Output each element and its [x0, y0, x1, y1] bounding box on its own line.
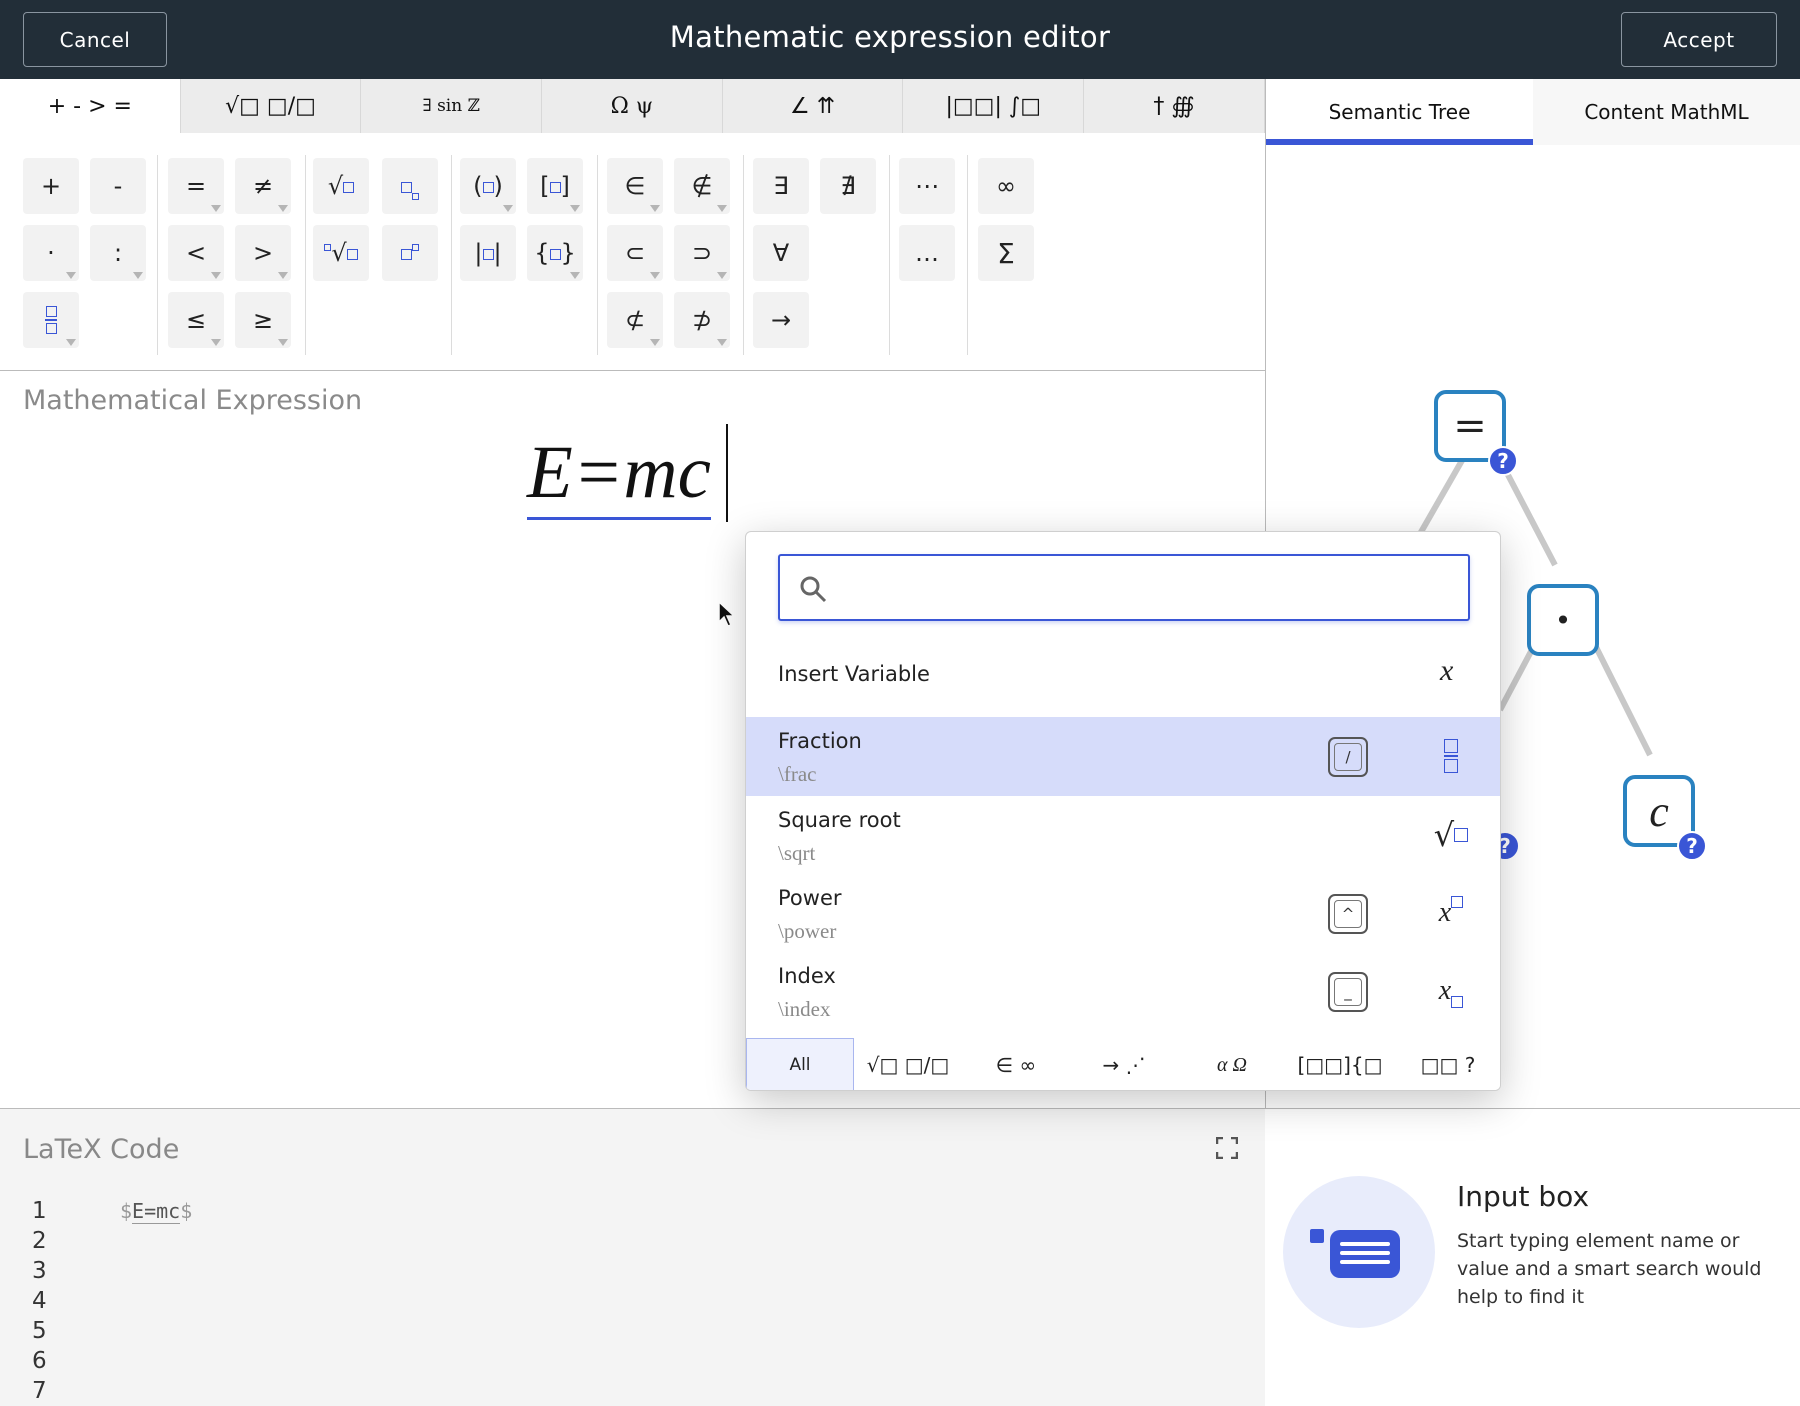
list-item-power[interactable]: Power \power ^ x [746, 874, 1500, 952]
not-subset-button[interactable]: ⊄ [607, 292, 663, 348]
element-of-button[interactable]: ∈ [607, 158, 663, 214]
sqrt-icon: √ [328, 172, 355, 200]
parentheses-button[interactable]: () [460, 158, 516, 214]
less-than-button[interactable]: < [168, 225, 224, 281]
infinity-button[interactable]: ∞ [978, 158, 1034, 214]
page-title: Mathematic expression editor [669, 20, 1111, 54]
exists-button[interactable]: ∃ [753, 158, 809, 214]
low-dots-button[interactable]: … [899, 225, 955, 281]
text-caret [726, 424, 728, 522]
tab-geometry-arrows[interactable]: ∠ ⇈ [722, 79, 904, 133]
sqrt-icon: √ [1426, 810, 1476, 860]
not-superset-button[interactable]: ⊅ [674, 292, 730, 348]
tree-node-multiply[interactable]: • [1527, 584, 1599, 656]
right-panel-tabs: Semantic Tree Content MathML [1266, 79, 1800, 145]
insert-variable-item[interactable]: Insert Variable x [746, 642, 1500, 706]
nth-root-icon: √ [324, 239, 358, 267]
tab-logic-functions[interactable]: ∃ sin ℤ [361, 79, 543, 133]
keyboard-shortcut-icon: _ [1328, 972, 1368, 1012]
parentheses-icon: () [473, 172, 503, 200]
tab-semantic-tree[interactable]: Semantic Tree [1266, 79, 1533, 145]
absolute-button[interactable]: | | [460, 225, 516, 281]
subscript-icon [401, 172, 419, 200]
equals-button[interactable]: = [168, 158, 224, 214]
tab-arrows[interactable]: → ⋰ [1070, 1038, 1178, 1090]
symbol-palette: + - · : = ≠ < > ≤ ≥ √ √ () [] | | {} ∈ ∉ … [0, 133, 1265, 371]
sqrt-button[interactable]: √ [313, 158, 369, 214]
line-numbers: 1 2 3 4 5 6 7 [32, 1198, 47, 1404]
list-item-index[interactable]: Index \index _ x [746, 952, 1500, 1030]
mouse-cursor-icon [718, 600, 736, 627]
superscript-icon [401, 239, 419, 267]
tab-matrices[interactable]: [□□]{□ [1286, 1038, 1394, 1090]
not-element-of-button[interactable]: ∉ [674, 158, 730, 214]
superscript-button[interactable] [382, 225, 438, 281]
for-all-button[interactable]: ∀ [753, 225, 809, 281]
header-bar: Cancel Mathematic expression editor Acce… [0, 0, 1800, 79]
minus-button[interactable]: - [90, 158, 146, 214]
sum-button[interactable]: Σ [978, 225, 1034, 281]
tab-roots-fractions[interactable]: √□ □/□ [180, 79, 362, 133]
tab-matrices-integrals[interactable]: |□□| ∫□ [903, 79, 1085, 133]
greater-than-button[interactable]: > [235, 225, 291, 281]
nth-root-button[interactable]: √ [313, 225, 369, 281]
braces-icon: {} [534, 239, 576, 267]
input-box-icon [1310, 1229, 1400, 1278]
not-exists-button[interactable]: ∄ [820, 158, 876, 214]
search-icon [800, 576, 827, 603]
latex-code-editor[interactable]: $E=mc$ [120, 1196, 192, 1226]
tab-operators[interactable]: + - > = [0, 79, 181, 133]
brackets-icon: [] [540, 172, 570, 200]
fraction-palette-button[interactable] [23, 292, 79, 348]
tab-content-mathml[interactable]: Content MathML [1533, 79, 1800, 145]
geq-button[interactable]: ≥ [235, 292, 291, 348]
variable-x-icon: x [1440, 654, 1454, 687]
absolute-icon: | | [474, 239, 502, 267]
tab-greek[interactable]: Ω ψ [542, 79, 723, 133]
keyboard-shortcut-icon: ^ [1328, 894, 1368, 934]
list-item-square-root[interactable]: Square root \sqrt √ [746, 796, 1500, 874]
search-input[interactable] [840, 564, 1460, 612]
help-badge[interactable]: ? [1488, 446, 1518, 476]
tab-sets[interactable]: ∈ ∞ [962, 1038, 1070, 1090]
power-icon: x [1426, 888, 1476, 938]
tab-roots-fractions[interactable]: √□ □/□ [854, 1038, 962, 1090]
leq-button[interactable]: ≤ [168, 292, 224, 348]
cancel-button[interactable]: Cancel [23, 12, 167, 67]
list-item-fraction[interactable]: Fraction \frac / [746, 717, 1500, 796]
latex-panel [0, 1108, 1265, 1406]
index-icon: x [1426, 966, 1476, 1016]
expression-input[interactable]: E=mc [527, 425, 711, 520]
right-arrow-button[interactable]: → [753, 292, 809, 348]
latex-label: LaTeX Code [23, 1134, 180, 1165]
tab-greek[interactable]: α Ω [1178, 1038, 1286, 1090]
smart-search-popup: Insert Variable x Fraction \frac / Squar… [745, 531, 1501, 1091]
tab-all[interactable]: All [746, 1038, 854, 1090]
plus-button[interactable]: + [23, 158, 79, 214]
braces-button[interactable]: {} [527, 225, 583, 281]
dot-button[interactable]: · [23, 225, 79, 281]
expression-label: Mathematical Expression [23, 385, 363, 416]
superset-button[interactable]: ⊃ [674, 225, 730, 281]
category-tabs: + - > = √□ □/□ ∃ sin ℤ Ω ψ ∠ ⇈ |□□| ∫□ †… [0, 79, 1265, 133]
not-equals-button[interactable]: ≠ [235, 158, 291, 214]
search-box[interactable] [778, 554, 1470, 621]
tab-misc[interactable]: † ∰ [1084, 79, 1265, 133]
fullscreen-icon[interactable] [1216, 1137, 1238, 1159]
center-dots-button[interactable]: ⋯ [899, 158, 955, 214]
colon-button[interactable]: : [90, 225, 146, 281]
brackets-button[interactable]: [] [527, 158, 583, 214]
hint-description: Start typing element name or value and a… [1457, 1230, 1762, 1308]
subscript-button[interactable] [382, 158, 438, 214]
accept-button[interactable]: Accept [1621, 12, 1777, 67]
hint-title: Input box [1457, 1180, 1590, 1213]
popup-category-tabs: All √□ □/□ ∈ ∞ → ⋰ α Ω [□□]{□ □□ ? [746, 1038, 1500, 1090]
fraction-icon [1426, 731, 1476, 781]
help-badge[interactable]: ? [1677, 831, 1707, 861]
fraction-icon [45, 306, 57, 334]
subset-button[interactable]: ⊂ [607, 225, 663, 281]
keyboard-shortcut-icon: / [1328, 737, 1368, 777]
tab-misc[interactable]: □□ ? [1394, 1038, 1500, 1090]
